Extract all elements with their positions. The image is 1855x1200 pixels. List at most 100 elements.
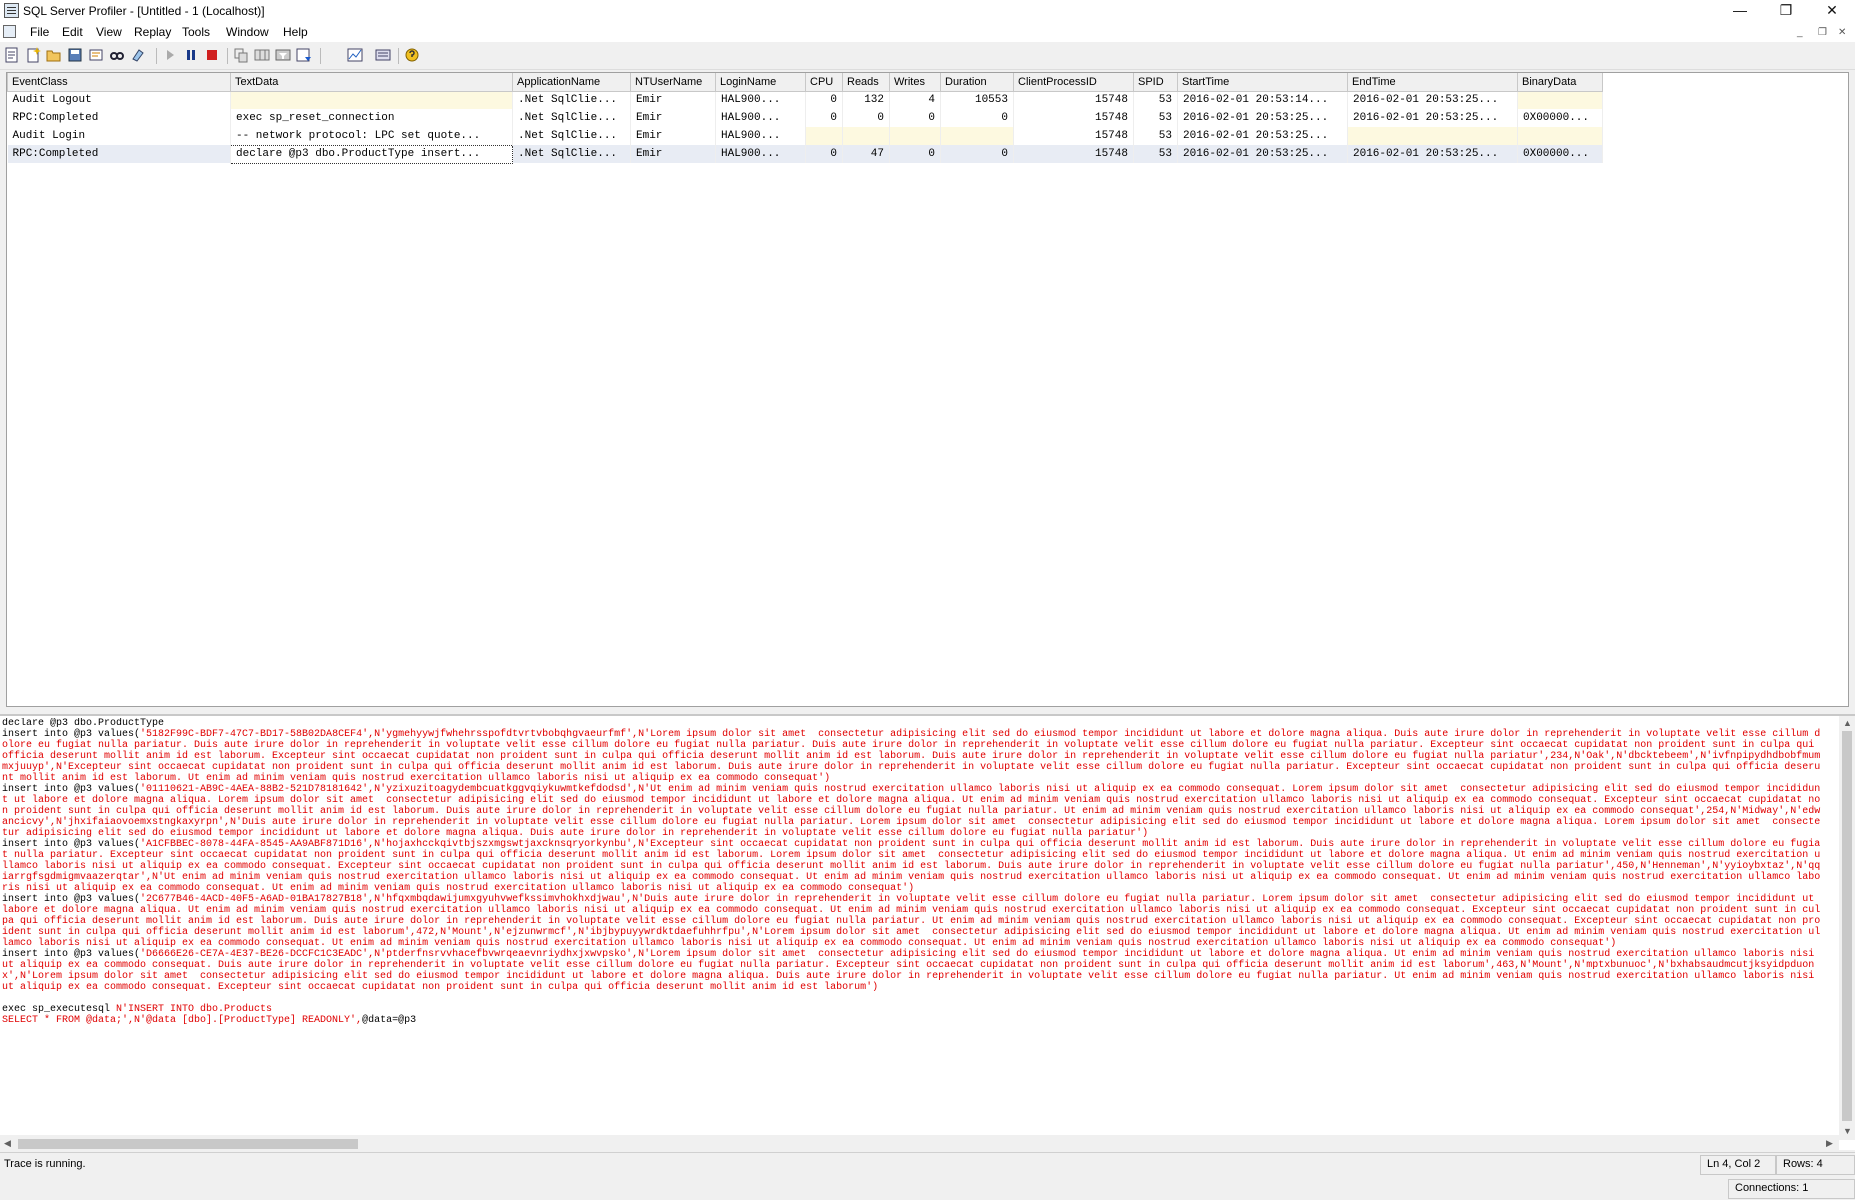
column-header[interactable]: BinaryData	[1517, 73, 1603, 92]
column-header[interactable]: TextData	[230, 73, 513, 92]
cell-binarydata: 0X00000...	[1517, 109, 1603, 127]
column-header[interactable]: ClientProcessID	[1013, 73, 1134, 92]
column-header[interactable]: NTUserName	[630, 73, 716, 92]
close-button[interactable]: ✕	[1809, 0, 1855, 22]
table-row-selected[interactable]: RPC:Completed declare @p3 dbo.ProductTyp…	[7, 144, 1603, 164]
connection-count: Connections: 1	[1728, 1179, 1855, 1199]
cell-spid: 53	[1133, 127, 1178, 145]
document-icon[interactable]	[3, 25, 16, 38]
cell-textdata: -- network protocol: LPC set quote...	[230, 127, 513, 145]
pause-icon[interactable]	[183, 47, 199, 63]
new-template-icon[interactable]	[25, 47, 41, 63]
cell-writes: 0	[889, 145, 941, 163]
cell-writes	[889, 127, 941, 145]
scroll-left-icon[interactable]: ◀	[4, 1138, 11, 1149]
perfmon-icon[interactable]	[347, 47, 363, 63]
cell-duration: 0	[940, 109, 1014, 127]
cell-duration	[940, 127, 1014, 145]
mdi-close-button[interactable]: ✕	[1838, 27, 1846, 38]
cell-textdata: declare @p3 dbo.ProductType insert...	[230, 144, 513, 164]
column-header[interactable]: Writes	[889, 73, 941, 92]
horizontal-scroll-thumb[interactable]	[18, 1139, 358, 1149]
scroll-right-icon[interactable]: ▶	[1826, 1138, 1833, 1149]
cell-spid: 53	[1133, 145, 1178, 163]
cell-cpu: 0	[805, 109, 843, 127]
find-icon[interactable]	[109, 47, 125, 63]
menu-window[interactable]: Window	[226, 25, 269, 39]
cell-applicationname: .Net SqlClie...	[512, 91, 631, 109]
scroll-icon[interactable]	[296, 47, 312, 63]
cell-cpu	[805, 127, 843, 145]
menu-edit[interactable]: Edit	[62, 25, 83, 39]
trace-grid[interactable]: EventClass TextData ApplicationName NTUs…	[6, 72, 1849, 707]
column-header[interactable]: Reads	[842, 73, 890, 92]
cell-starttime: 2016-02-01 20:53:14...	[1177, 91, 1348, 109]
cell-loginname: HAL900...	[715, 91, 806, 109]
filter-icon[interactable]	[275, 47, 291, 63]
toolbar-separator	[156, 48, 157, 64]
sql-insert-values: '2C677B46-4ACD-40F5-A6AD-01BA17827B18',N…	[2, 894, 1821, 949]
new-trace-icon[interactable]	[4, 47, 20, 63]
vertical-scroll-thumb[interactable]	[1842, 731, 1852, 1121]
columns-icon[interactable]	[254, 47, 270, 63]
column-header[interactable]: Duration	[940, 73, 1014, 92]
table-row[interactable]: Audit Login -- network protocol: LPC set…	[7, 127, 1603, 145]
column-header[interactable]: EndTime	[1347, 73, 1518, 92]
cell-reads: 132	[842, 91, 890, 109]
restore-button[interactable]: ❐	[1763, 0, 1809, 22]
options-icon[interactable]	[375, 47, 391, 63]
cell-binarydata	[1517, 91, 1603, 109]
mdi-restore-button[interactable]: ❐	[1818, 27, 1827, 38]
template-icon[interactable]	[233, 47, 249, 63]
clear-icon[interactable]	[130, 47, 146, 63]
help-icon[interactable]	[404, 47, 420, 63]
sql-insert-values: '01110621-AB9C-4AEA-88B2-521D78181642',N…	[2, 784, 1821, 839]
cell-clientprocessid: 15748	[1013, 145, 1134, 163]
cell-ntusername: Emir	[630, 127, 716, 145]
column-header[interactable]: SPID	[1133, 73, 1178, 92]
mdi-minimize-button[interactable]: _	[1797, 27, 1803, 38]
cell-reads	[842, 127, 890, 145]
cell-loginname: HAL900...	[715, 127, 806, 145]
cell-eventclass: RPC:Completed	[7, 145, 231, 163]
cell-spid: 53	[1133, 109, 1178, 127]
menu-file[interactable]: File	[30, 25, 49, 39]
text-detail-pane[interactable]: declare @p3 dbo.ProductType insert into …	[0, 714, 1855, 1150]
column-header[interactable]: EventClass	[7, 73, 231, 92]
cell-endtime: 2016-02-01 20:53:25...	[1347, 91, 1518, 109]
menu-tools[interactable]: Tools	[182, 25, 210, 39]
stop-icon[interactable]	[204, 47, 220, 63]
cell-textdata: exec sp_reset_connection	[230, 109, 513, 127]
table-row[interactable]: Audit Logout .Net SqlClie... Emir HAL900…	[7, 91, 1603, 109]
cell-clientprocessid: 15748	[1013, 91, 1134, 109]
properties-icon[interactable]	[88, 47, 104, 63]
column-header[interactable]: LoginName	[715, 73, 806, 92]
cell-reads: 0	[842, 109, 890, 127]
run-icon[interactable]	[162, 47, 178, 63]
minimize-button[interactable]: —	[1717, 0, 1763, 22]
sql-exec-statement: N'INSERT INTO dbo.Products	[116, 1004, 273, 1015]
column-header[interactable]: StartTime	[1177, 73, 1348, 92]
menu-replay[interactable]: Replay	[134, 25, 171, 39]
scroll-down-icon[interactable]: ▼	[1843, 1126, 1852, 1136]
cell-writes: 0	[889, 109, 941, 127]
menu-help[interactable]: Help	[283, 25, 308, 39]
column-header[interactable]: ApplicationName	[512, 73, 631, 92]
sql-declare: declare @p3 dbo.ProductType	[2, 718, 165, 729]
open-icon[interactable]	[46, 47, 62, 63]
sql-text[interactable]: declare @p3 dbo.ProductType insert into …	[2, 718, 1824, 1133]
column-header[interactable]: CPU	[805, 73, 843, 92]
vertical-scrollbar[interactable]: ▲ ▼	[1839, 716, 1855, 1140]
cell-cpu: 0	[805, 145, 843, 163]
cell-clientprocessid: 15748	[1013, 109, 1134, 127]
save-icon[interactable]	[67, 47, 83, 63]
table-row[interactable]: RPC:Completed exec sp_reset_connection .…	[7, 109, 1603, 127]
cell-binarydata: 0X00000...	[1517, 145, 1603, 163]
cell-ntusername: Emir	[630, 91, 716, 109]
menu-view[interactable]: View	[96, 25, 122, 39]
cell-endtime	[1347, 127, 1518, 145]
horizontal-scrollbar[interactable]: ◀ ▶	[0, 1135, 1839, 1150]
scroll-up-icon[interactable]: ▲	[1843, 718, 1852, 728]
sql-insert-prefix: insert into @p3 values(	[2, 784, 141, 795]
cell-writes: 4	[889, 91, 941, 109]
